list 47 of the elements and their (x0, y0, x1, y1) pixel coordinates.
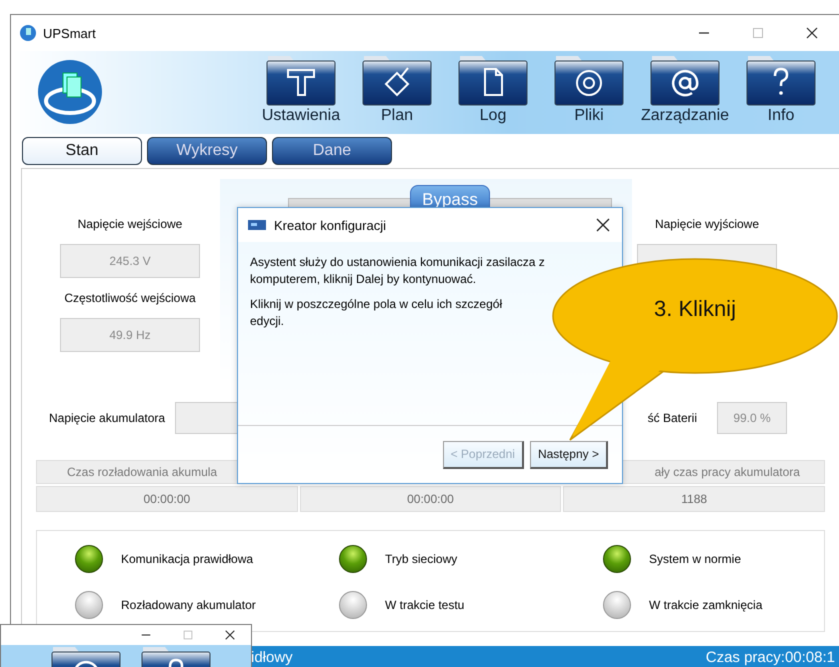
indicator-label: Tryb sieciowy (385, 552, 458, 566)
toolbar-button[interactable]: Plan (349, 51, 445, 126)
indicator-label: Komunikacja prawidłowa (121, 552, 254, 566)
callout-text: 3. Kliknij (654, 296, 736, 321)
table-cell: 00:00:00 (36, 486, 298, 512)
document-icon (458, 54, 528, 106)
next-button[interactable]: Następny > (530, 440, 608, 468)
tab[interactable]: Stan (22, 137, 142, 165)
table-cell: 00:00:00 (300, 486, 562, 512)
pencil-icon (362, 54, 432, 106)
app-icon (19, 24, 37, 42)
disc-icon (554, 54, 624, 106)
help-icon (746, 54, 816, 106)
toolbar-button[interactable]: Log (445, 51, 541, 126)
status-text: idłowy (251, 649, 293, 667)
tab[interactable]: Wykresy (147, 137, 267, 165)
field-label: Napięcie akumulatora (49, 410, 166, 427)
dialog-title: Kreator konfiguracji (274, 218, 386, 232)
table-cell: 1188 (563, 486, 825, 512)
dialog-text: Asystent służy do ustanowienia komunikacji zasilacza z komputerem, kliknij Dalej by kontynuować. (250, 254, 546, 288)
toolbar-button[interactable]: Zarządzanie (637, 51, 733, 126)
uptime-text: Czas pracy:00:08:1 (706, 649, 835, 667)
indicator-label: W trakcie testu (385, 598, 464, 612)
field-label: Napięcie wyjściowe (654, 216, 760, 233)
indicator-label: System w normie (649, 552, 742, 566)
field-label: Napięcie wejściowe (78, 216, 182, 233)
logo-icon (37, 59, 103, 125)
field-label: ść Baterii (648, 410, 697, 427)
close-icon[interactable] (224, 629, 236, 641)
toolbar-button[interactable]: Info (733, 51, 829, 126)
close-icon[interactable] (596, 218, 610, 232)
tab[interactable]: Dane (272, 137, 392, 165)
indicator-label: W trakcie zamknięcia (649, 598, 762, 612)
window-title: UPSmart (43, 26, 96, 40)
close-icon[interactable] (805, 26, 819, 40)
dialog-icon (248, 220, 266, 230)
toolbar-button[interactable]: Pliki (541, 51, 637, 126)
at-sign-icon (650, 54, 720, 106)
hammer-icon (266, 54, 336, 106)
readout-field: 49.9 Hz (60, 318, 200, 352)
toolbar-button[interactable]: Ustawienia (253, 51, 349, 126)
readout-field: 245.3 V (60, 244, 200, 278)
dialog-text: edycji. (250, 313, 286, 330)
indicator-label: Rozładowany akumulator (121, 598, 256, 612)
readout-field: 99.0 % (717, 402, 787, 434)
field-label: Częstotliwość wejściowa (64, 290, 196, 307)
dialog-text: Kliknij w poszczególne pola w celu ich szczegół (250, 296, 504, 313)
